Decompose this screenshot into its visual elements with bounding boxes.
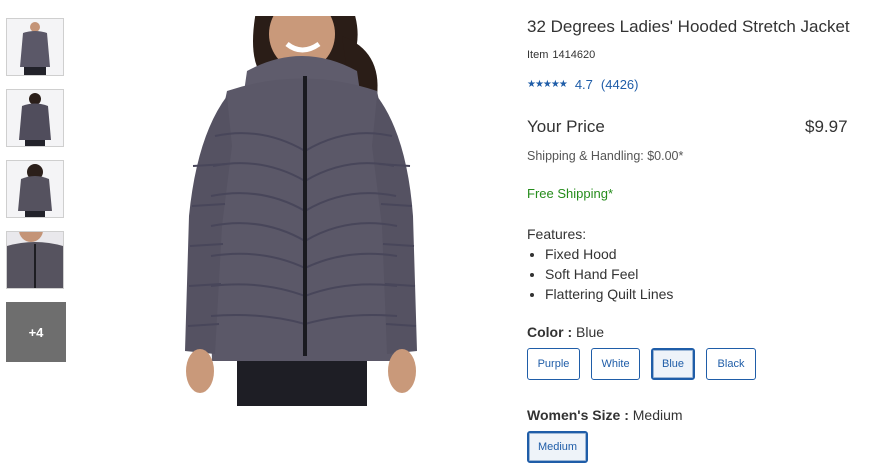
main-product-image (97, 16, 493, 406)
color-option-blue[interactable]: Blue (651, 348, 695, 380)
free-shipping-label: Free Shipping* (527, 186, 613, 201)
more-images-button[interactable]: +4 (6, 302, 66, 362)
color-option-black[interactable]: Black (706, 348, 756, 380)
star-rating-icon: ★★★★★ (527, 79, 568, 90)
thumbnail-front[interactable] (6, 18, 64, 76)
product-rating[interactable]: ★★★★★ 4.7 (4426) (527, 77, 638, 92)
color-heading: Color : Blue (527, 324, 604, 340)
thumbnail-gallery: +4 (6, 18, 67, 375)
jacket-side-thumbnail-image (7, 90, 63, 146)
feature-item: Soft Hand Feel (545, 264, 673, 284)
size-option-medium[interactable]: Medium (527, 431, 588, 463)
features-heading: Features: (527, 226, 587, 242)
feature-item: Fixed Hood (545, 244, 673, 264)
rating-average: 4.7 (574, 77, 593, 92)
price-label: Your Price (527, 117, 605, 136)
color-option-white[interactable]: White (591, 348, 640, 380)
color-options: Purple White Blue Black (527, 348, 767, 380)
size-heading: Women's Size : Medium (527, 407, 683, 423)
size-label: Women's Size : (527, 407, 629, 423)
product-title: 32 Degrees Ladies' Hooded Stretch Jacket (527, 17, 850, 36)
item-number: Item 1414620 (527, 49, 595, 61)
thumbnail-detail[interactable] (6, 231, 64, 289)
size-options: Medium (527, 431, 599, 463)
jacket-back-thumbnail-image (7, 161, 63, 217)
size-selected-value: Medium (632, 407, 683, 423)
jacket-detail-thumbnail-image (7, 232, 63, 288)
thumbnail-side[interactable] (6, 89, 64, 147)
features-list: Fixed Hood Soft Hand Feel Flattering Qui… (527, 244, 673, 304)
color-option-purple[interactable]: Purple (527, 348, 580, 380)
thumbnail-back[interactable] (6, 160, 64, 218)
feature-item: Flattering Quilt Lines (545, 284, 673, 304)
color-selected-value: Blue (576, 324, 605, 340)
jacket-front-thumbnail-image (7, 19, 63, 75)
item-number-value: 1414620 (552, 49, 596, 61)
shipping-handling: Shipping & Handling: $0.00* (527, 149, 684, 163)
review-count-link[interactable]: (4426) (601, 77, 639, 92)
price-value: $9.97 (805, 117, 848, 136)
jacket-product-image (97, 16, 493, 406)
item-label: Item (527, 49, 549, 61)
color-label: Color : (527, 324, 573, 340)
